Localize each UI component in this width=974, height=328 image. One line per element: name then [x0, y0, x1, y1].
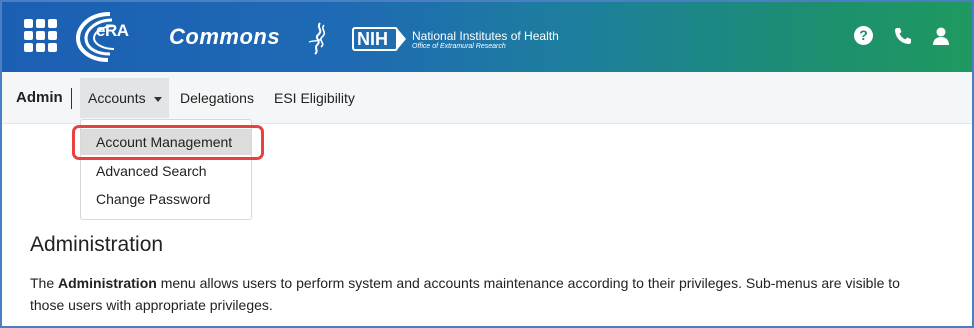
page-title: Administration — [30, 233, 164, 256]
menu-item-account-management[interactable]: Account Management — [81, 129, 251, 155]
description-paragraph: The Administration menu allows users to … — [30, 272, 920, 316]
nih-name: National Institutes of Health — [412, 29, 559, 43]
menu-item-advanced-search[interactable]: Advanced Search — [81, 158, 251, 184]
caret-down-icon — [153, 96, 162, 102]
nav-accounts-label: Accounts — [88, 90, 146, 106]
browser-frame: eRA Commons NIH National Institutes of H… — [0, 0, 974, 328]
nav-delegations[interactable]: Delegations — [180, 90, 254, 106]
era-logo-text: eRA — [96, 21, 129, 40]
menu-item-change-password[interactable]: Change Password — [81, 186, 251, 212]
nav-esi-eligibility[interactable]: ESI Eligibility — [274, 90, 355, 106]
para-prefix: The — [30, 275, 55, 291]
phone-icon[interactable] — [893, 26, 913, 46]
accounts-dropdown-menu: Account Management Advanced Search Chang… — [80, 119, 252, 220]
nav-bar: Admin Accounts Delegations ESI Eligibili… — [2, 72, 972, 124]
apps-grid-icon[interactable] — [24, 19, 57, 52]
nav-divider — [71, 88, 72, 109]
nih-office: Office of Extramural Research — [412, 43, 506, 50]
nih-logo[interactable]: NIH — [352, 27, 406, 51]
para-bold-term: Administration — [58, 275, 157, 291]
app-name[interactable]: Commons — [169, 24, 280, 50]
nav-accounts-dropdown[interactable]: Accounts — [80, 78, 169, 118]
help-icon[interactable]: ? — [854, 26, 873, 45]
nav-section-admin: Admin — [16, 89, 63, 106]
hhs-eagle-icon — [308, 22, 326, 55]
app-header: eRA Commons NIH National Institutes of H… — [2, 2, 972, 72]
user-icon[interactable] — [931, 26, 951, 46]
para-body: menu allows users to perform system and … — [30, 275, 900, 313]
